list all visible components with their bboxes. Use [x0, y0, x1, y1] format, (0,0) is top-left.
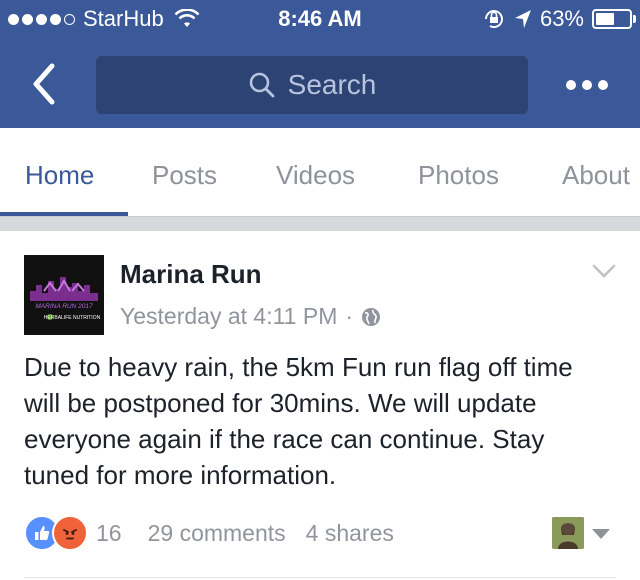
- battery-percent: 63%: [539, 6, 584, 31]
- reaction-icons: [24, 515, 88, 551]
- reactions-bar[interactable]: 16 29 comments 4 shares: [24, 515, 394, 551]
- angry-face: [63, 529, 77, 540]
- logo-sponsor: HERBALIFE NUTRITION: [44, 315, 101, 321]
- tab-posts[interactable]: Posts: [152, 160, 217, 191]
- marina-run-logo: MARINA RUN 2017 HERBALIFE NUTRITION: [24, 255, 104, 335]
- more-dot: [582, 80, 592, 90]
- post-meta: Yesterday at 4:11 PM ·: [120, 303, 381, 330]
- more-options-button[interactable]: [566, 80, 608, 90]
- search-icon: [249, 72, 275, 98]
- viewer-avatar[interactable]: [552, 517, 584, 549]
- like-thumb: [35, 526, 50, 540]
- viewer-avatar-image: [552, 517, 584, 549]
- chevron-left-icon: [33, 63, 55, 105]
- orientation-lock-icon: [484, 10, 503, 29]
- globe-icon: [362, 307, 381, 326]
- page-tabs: Home Posts Videos Photos About: [0, 128, 640, 216]
- top-bar: StarHub 8:46 AM 63% Search: [0, 0, 640, 128]
- meta-separator: ·: [345, 303, 354, 329]
- battery-icon: [592, 9, 636, 29]
- more-dot: [566, 80, 576, 90]
- tab-photos[interactable]: Photos: [418, 160, 499, 191]
- angry-reaction-icon: [52, 515, 88, 551]
- logo-title: MARINA RUN 2017: [35, 303, 93, 310]
- comments-count[interactable]: 29 comments: [148, 520, 286, 547]
- section-divider: [0, 216, 640, 231]
- post-timestamp[interactable]: Yesterday at 4:11 PM: [120, 303, 337, 330]
- more-dot: [598, 80, 608, 90]
- audience-dropdown-icon[interactable]: [592, 529, 610, 539]
- post-body: Due to heavy rain, the 5km Fun run flag …: [24, 352, 573, 490]
- page-avatar[interactable]: MARINA RUN 2017 HERBALIFE NUTRITION: [24, 255, 104, 335]
- tab-videos[interactable]: Videos: [276, 160, 355, 191]
- status-right: 63%: [482, 6, 636, 32]
- shares-count[interactable]: 4 shares: [306, 520, 394, 547]
- battery-nub: [633, 15, 636, 23]
- page-name[interactable]: Marina Run: [120, 259, 262, 290]
- tab-about[interactable]: About: [562, 160, 630, 191]
- post-options-button[interactable]: [592, 263, 616, 284]
- location-arrow-icon: [514, 10, 531, 28]
- post-bottom-divider: [24, 577, 616, 578]
- tab-home[interactable]: Home: [25, 160, 94, 191]
- chevron-down-icon: [592, 264, 616, 278]
- status-bar: StarHub 8:46 AM 63%: [0, 0, 640, 40]
- search-input[interactable]: Search: [96, 56, 528, 114]
- reaction-count[interactable]: 16: [96, 520, 122, 547]
- back-button[interactable]: [28, 62, 68, 106]
- search-placeholder: Search: [287, 69, 377, 100]
- post-card: MARINA RUN 2017 HERBALIFE NUTRITION Mari…: [0, 231, 640, 580]
- battery-fill: [596, 13, 614, 25]
